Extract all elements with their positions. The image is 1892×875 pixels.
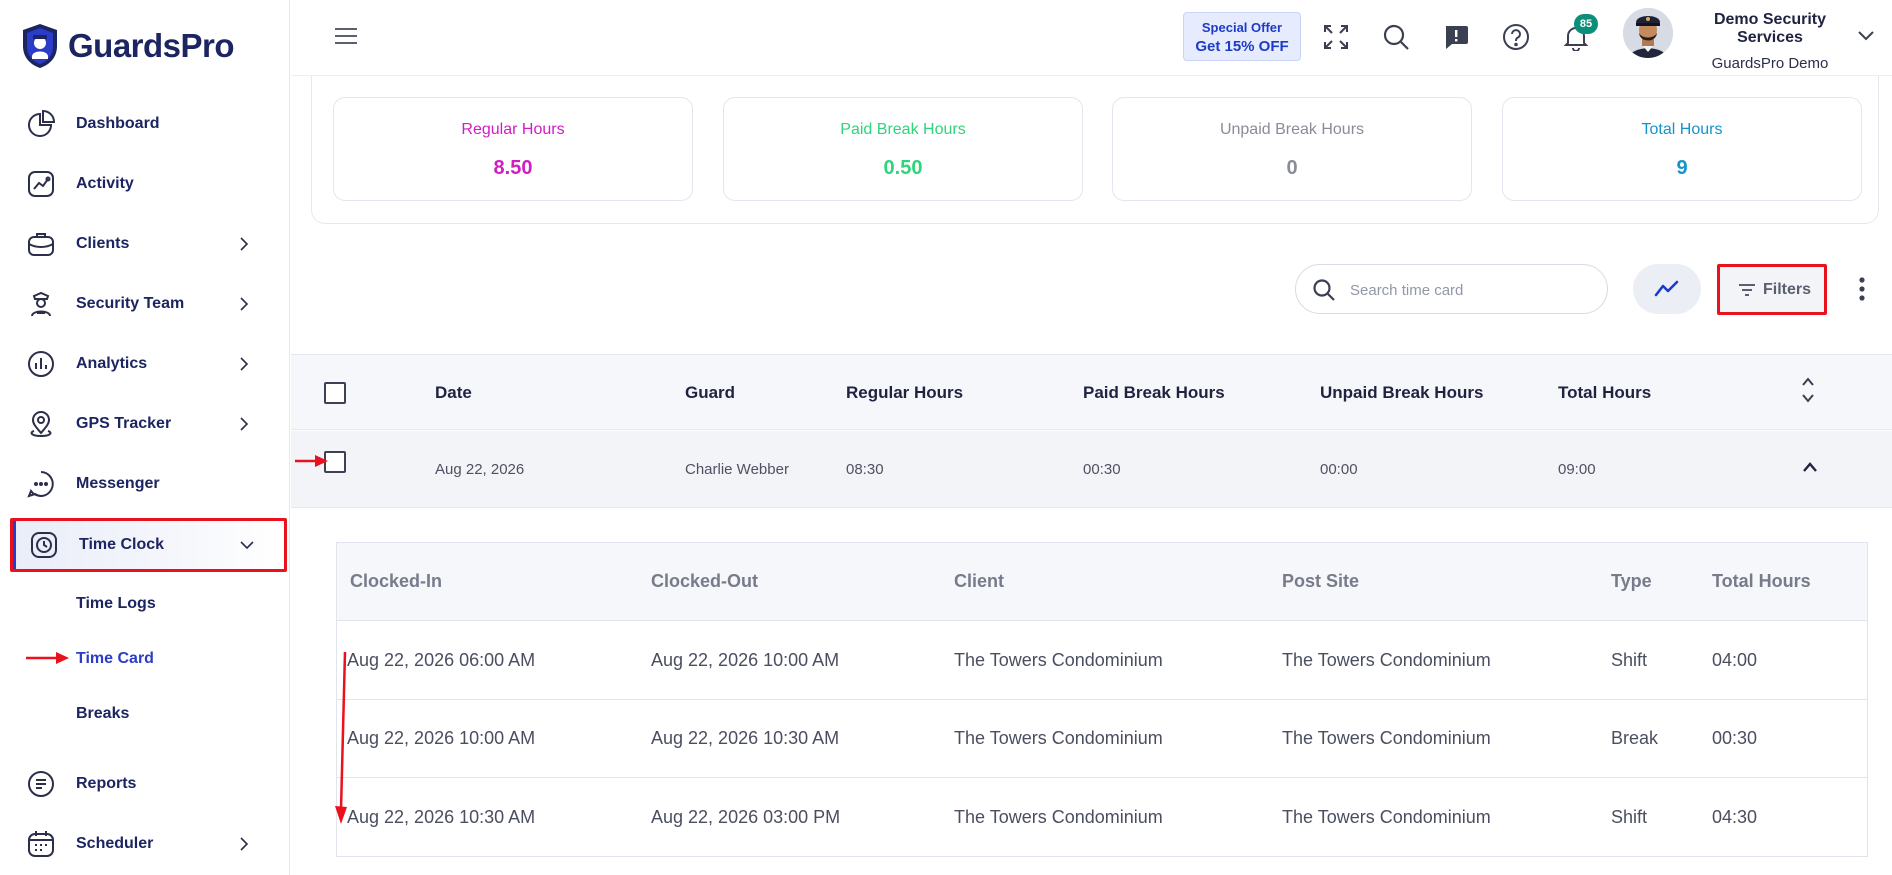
search-icon [1313, 279, 1335, 301]
unpaid-break-hours-card: Unpaid Break Hours 0 [1112, 97, 1472, 201]
annotation-arrow-icon [26, 652, 69, 664]
notification-badge: 85 [1574, 14, 1598, 34]
brand-name: GuardsPro [68, 27, 235, 64]
sidebar-item-analytics[interactable]: Analytics [0, 336, 290, 392]
account-name: GuardsPro Demo [1711, 55, 1829, 72]
sidebar-item-clients[interactable]: Clients [0, 216, 290, 272]
annotation-arrow-down-icon [335, 651, 347, 824]
activity-chart-icon [28, 171, 54, 197]
sidebar-item-scheduler[interactable]: Scheduler [0, 816, 290, 872]
sidebar-subitem-time-card[interactable]: Time Card [76, 650, 154, 668]
report-list-icon [28, 771, 54, 797]
chevron-down-icon[interactable] [1857, 28, 1875, 42]
filters-button[interactable]: Filters [1717, 264, 1827, 315]
guard-icon [31, 291, 51, 317]
search-icon[interactable] [1382, 23, 1410, 51]
chevron-right-icon [240, 837, 249, 851]
pie-chart-icon [28, 109, 56, 137]
table-row: Aug 22, 2026 06:00 AM Aug 22, 2026 10:00… [337, 622, 1867, 700]
sidebar-subitem-time-logs[interactable]: Time Logs [76, 595, 156, 613]
trend-line-icon [1654, 280, 1679, 297]
sidebar: GuardsPro Dashboard Activity Clients Sec… [0, 0, 290, 875]
filter-lines-icon [1739, 284, 1755, 296]
time-card-table-header: Date Guard Regular Hours Paid Break Hour… [291, 354, 1892, 430]
chevron-right-icon [240, 357, 249, 371]
calendar-icon [28, 831, 54, 857]
table-row[interactable]: Aug 22, 2026 Charlie Webber 08:30 00:30 … [291, 431, 1892, 508]
chevron-right-icon [240, 297, 249, 311]
location-pin-icon [30, 411, 52, 438]
sidebar-item-activity[interactable]: Activity [0, 156, 290, 212]
regular-hours-card: Regular Hours 8.50 [333, 97, 693, 201]
sidebar-item-gps-tracker[interactable]: GPS Tracker [0, 396, 290, 452]
brand-logo[interactable]: GuardsPro [20, 22, 235, 70]
total-hours-card: Total Hours 9 [1502, 97, 1862, 201]
table-row: Aug 22, 2026 10:00 AM Aug 22, 2026 10:30… [337, 700, 1867, 778]
detail-table-header: Clocked-In Clocked-Out Client Post Site … [337, 543, 1867, 621]
alert-message-icon[interactable] [1442, 23, 1470, 51]
hours-summary: Regular Hours 8.50 Paid Break Hours 0.50… [311, 76, 1879, 224]
sidebar-item-reports[interactable]: Reports [0, 756, 290, 812]
sidebar-subitem-breaks[interactable]: Breaks [76, 705, 129, 723]
sort-toggle-icon[interactable] [1800, 375, 1816, 405]
avatar[interactable] [1623, 8, 1673, 58]
search-box[interactable] [1295, 264, 1608, 314]
chevron-down-icon [240, 541, 254, 550]
sidebar-item-messenger[interactable]: Messenger [0, 456, 290, 512]
bar-chart-icon [28, 351, 54, 377]
help-icon[interactable] [1502, 23, 1530, 51]
sidebar-item-time-clock[interactable]: Time Clock [10, 518, 287, 572]
fullscreen-icon[interactable] [1322, 23, 1350, 51]
sidebar-item-dashboard[interactable]: Dashboard [0, 96, 290, 152]
chat-bubble-icon [27, 471, 54, 498]
company-name: Demo Security Services [1713, 11, 1827, 46]
chevron-right-icon [240, 417, 249, 431]
guard-avatar-icon [1623, 8, 1673, 58]
more-options-icon[interactable] [1854, 275, 1870, 303]
chevron-right-icon [240, 237, 249, 251]
table-row: Aug 22, 2026 10:30 AM Aug 22, 2026 03:00… [347, 807, 1758, 827]
trend-chart-button[interactable] [1633, 264, 1701, 314]
time-entries-detail: Clocked-In Clocked-Out Client Post Site … [336, 542, 1868, 857]
top-header: Special Offer Get 15% OFF 85 Demo Securi… [291, 0, 1892, 76]
search-input[interactable] [1350, 277, 1590, 303]
chevron-up-icon[interactable] [1802, 461, 1818, 473]
sidebar-item-security-team[interactable]: Security Team [0, 276, 290, 332]
account-info[interactable]: Demo Security Services GuardsPro Demo [1685, 11, 1855, 72]
shield-guard-icon [23, 24, 57, 68]
paid-break-hours-card: Paid Break Hours 0.50 [723, 97, 1083, 201]
select-all-checkbox[interactable] [324, 382, 346, 404]
hamburger-menu-icon[interactable] [333, 25, 359, 47]
annotation-arrow-icon [295, 455, 328, 467]
briefcase-icon [28, 233, 54, 256]
special-offer-button[interactable]: Special Offer Get 15% OFF [1183, 12, 1301, 61]
clock-icon [31, 532, 57, 558]
